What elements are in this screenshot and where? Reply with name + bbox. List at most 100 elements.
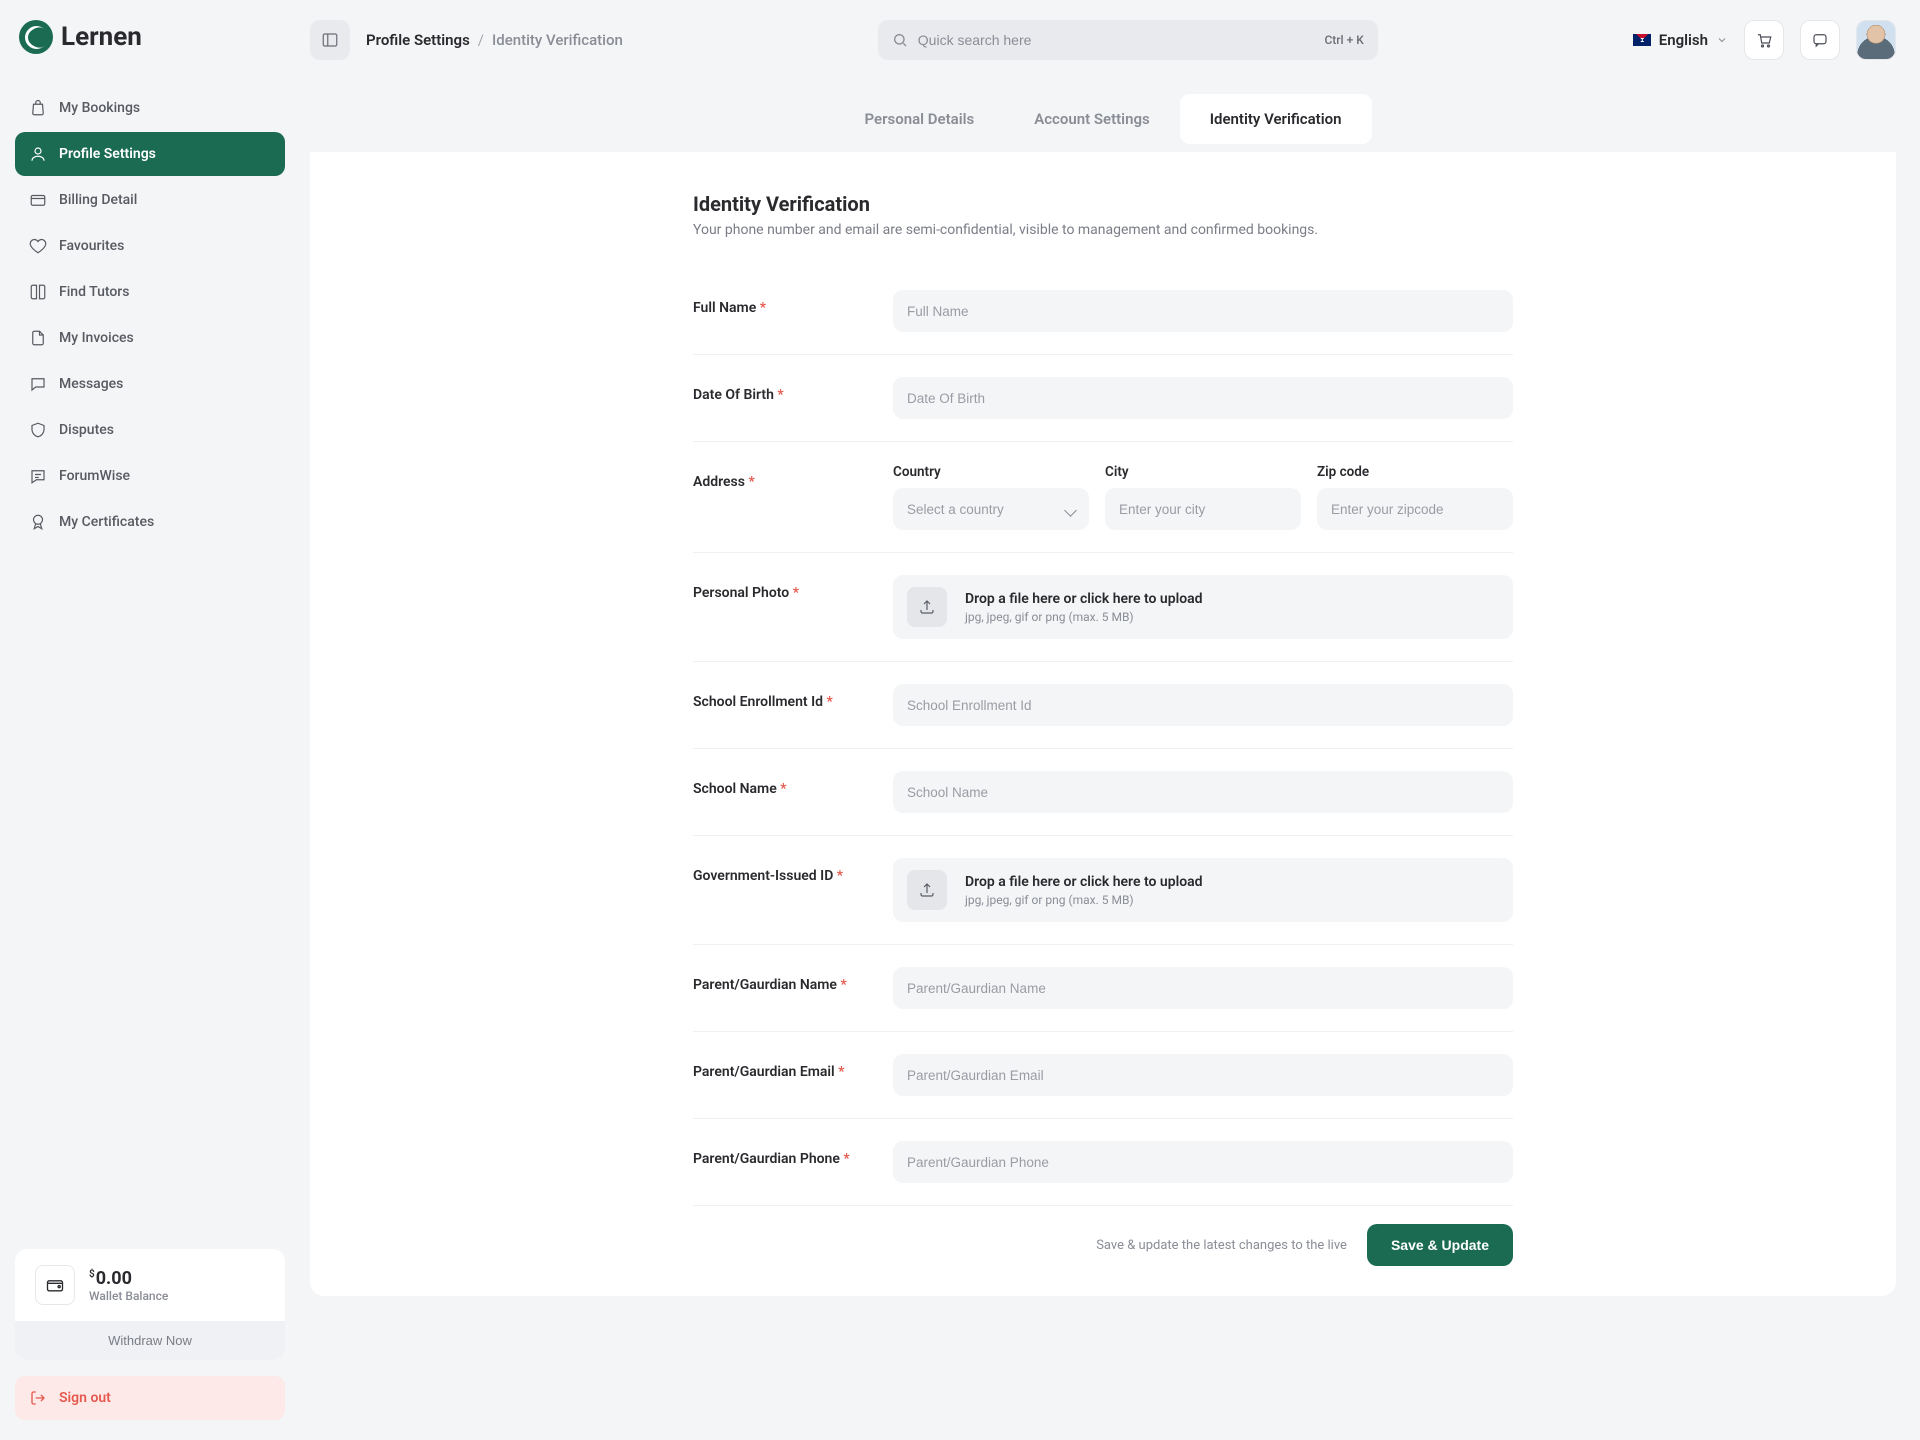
breadcrumb-current: Identity Verification [492,31,623,49]
card-icon [29,191,47,209]
full-name-input[interactable] [893,290,1513,332]
wallet-amount: $0.00 [89,1268,168,1289]
upload-hint: jpg, jpeg, gif or png (max. 5 MB) [965,893,1203,907]
guardian-name-label: Parent/Gaurdian Name * [693,967,853,993]
flag-icon [1633,34,1651,46]
city-label: City [1105,464,1301,480]
file-icon [29,329,47,347]
wallet-icon [35,1265,75,1305]
chat-icon [29,467,47,485]
gov-id-label: Government-Issued ID * [693,858,853,884]
sidebar-item-label: My Bookings [59,100,140,116]
page-title: Identity Verification [693,192,1513,216]
tab-personal[interactable]: Personal Details [835,94,1005,144]
language-label: English [1659,31,1708,49]
footer-hint: Save & update the latest changes to the … [1096,1238,1347,1253]
sidebar-item-label: Find Tutors [59,284,129,300]
language-switcher[interactable]: English [1633,31,1728,49]
upload-title: Drop a file here or click here to upload [965,874,1203,890]
sidebar-item-find-tutors[interactable]: Find Tutors [15,270,285,314]
breadcrumb-separator: / [478,31,484,49]
chat-button[interactable] [1800,20,1840,60]
search-input[interactable] [918,32,1315,48]
sidebar-item-label: Disputes [59,422,114,438]
dob-input[interactable] [893,377,1513,419]
zip-input[interactable] [1317,488,1513,530]
cart-button[interactable] [1744,20,1784,60]
form: Identity Verification Your phone number … [693,152,1513,1296]
book-icon [29,283,47,301]
sidebar-item-label: ForumWise [59,468,130,484]
cart-icon [1755,31,1773,49]
sidebar-item-profile[interactable]: Profile Settings [15,132,285,176]
save-button[interactable]: Save & Update [1367,1224,1513,1266]
tab-account[interactable]: Account Settings [1004,94,1180,144]
search-kbd: Ctrl + K [1324,33,1363,47]
signout-label: Sign out [59,1390,111,1406]
sidebar-item-label: Billing Detail [59,192,137,208]
logout-icon [29,1389,47,1407]
country-select[interactable]: Select a country [893,488,1089,530]
tabs: Personal Details Account Settings Identi… [310,86,1896,152]
panel-icon [321,31,339,49]
avatar-image [1857,21,1895,59]
shield-icon [29,421,47,439]
upload-title: Drop a file here or click here to upload [965,591,1203,607]
form-footer: Save & update the latest changes to the … [693,1206,1513,1266]
wallet-label: Wallet Balance [89,1289,168,1303]
sidebar-item-label: Messages [59,376,123,392]
withdraw-button[interactable]: Withdraw Now [15,1321,285,1360]
address-label: Address * [693,464,853,490]
photo-label: Personal Photo * [693,575,853,601]
sidebar-item-certificates[interactable]: My Certificates [15,500,285,544]
tab-identity[interactable]: Identity Verification [1180,94,1372,144]
sidebar-item-label: My Invoices [59,330,134,346]
user-icon [29,145,47,163]
sidebar-toggle-button[interactable] [310,20,350,60]
avatar[interactable] [1856,20,1896,60]
content-card: Personal Details Account Settings Identi… [310,86,1896,1296]
school-name-input[interactable] [893,771,1513,813]
logo-mark [19,20,53,54]
heart-icon [29,237,47,255]
breadcrumb-parent[interactable]: Profile Settings [366,31,470,49]
guardian-email-label: Parent/Gaurdian Email * [693,1054,853,1080]
country-label: Country [893,464,1089,480]
page-description: Your phone number and email are semi-con… [693,222,1513,238]
sidebar-item-label: My Certificates [59,514,154,530]
guardian-email-input[interactable] [893,1054,1513,1096]
guardian-phone-label: Parent/Gaurdian Phone * [693,1141,853,1167]
sidebar-item-favourites[interactable]: Favourites [15,224,285,268]
main-nav: My Bookings Profile Settings Billing Det… [15,86,285,544]
guardian-phone-input[interactable] [893,1141,1513,1183]
breadcrumb: Profile Settings / Identity Verification [366,31,623,49]
gov-id-upload[interactable]: Drop a file here or click here to upload… [893,858,1513,922]
enrollment-label: School Enrollment Id * [693,684,853,710]
wallet-card: $0.00 Wallet Balance Withdraw Now [15,1249,285,1360]
sidebar-item-bookings[interactable]: My Bookings [15,86,285,130]
chat-bubble-icon [1811,31,1829,49]
sidebar-item-forum[interactable]: ForumWise [15,454,285,498]
sidebar-item-label: Favourites [59,238,124,254]
search-icon [892,32,908,48]
search-box[interactable]: Ctrl + K [878,20,1378,60]
full-name-label: Full Name * [693,290,853,316]
bag-icon [29,99,47,117]
dob-label: Date Of Birth * [693,377,853,403]
guardian-name-input[interactable] [893,967,1513,1009]
message-icon [29,375,47,393]
logo-text: Lernen [61,22,142,52]
sidebar: Lernen My Bookings Profile Settings Bill… [0,0,300,1440]
upload-hint: jpg, jpeg, gif or png (max. 5 MB) [965,610,1203,624]
upload-icon [907,587,947,627]
signout-button[interactable]: Sign out [15,1376,285,1420]
city-input[interactable] [1105,488,1301,530]
topbar: Profile Settings / Identity Verification… [300,0,1920,86]
sidebar-item-messages[interactable]: Messages [15,362,285,406]
enrollment-input[interactable] [893,684,1513,726]
logo[interactable]: Lernen [15,20,285,54]
photo-upload[interactable]: Drop a file here or click here to upload… [893,575,1513,639]
sidebar-item-disputes[interactable]: Disputes [15,408,285,452]
sidebar-item-invoices[interactable]: My Invoices [15,316,285,360]
sidebar-item-billing[interactable]: Billing Detail [15,178,285,222]
